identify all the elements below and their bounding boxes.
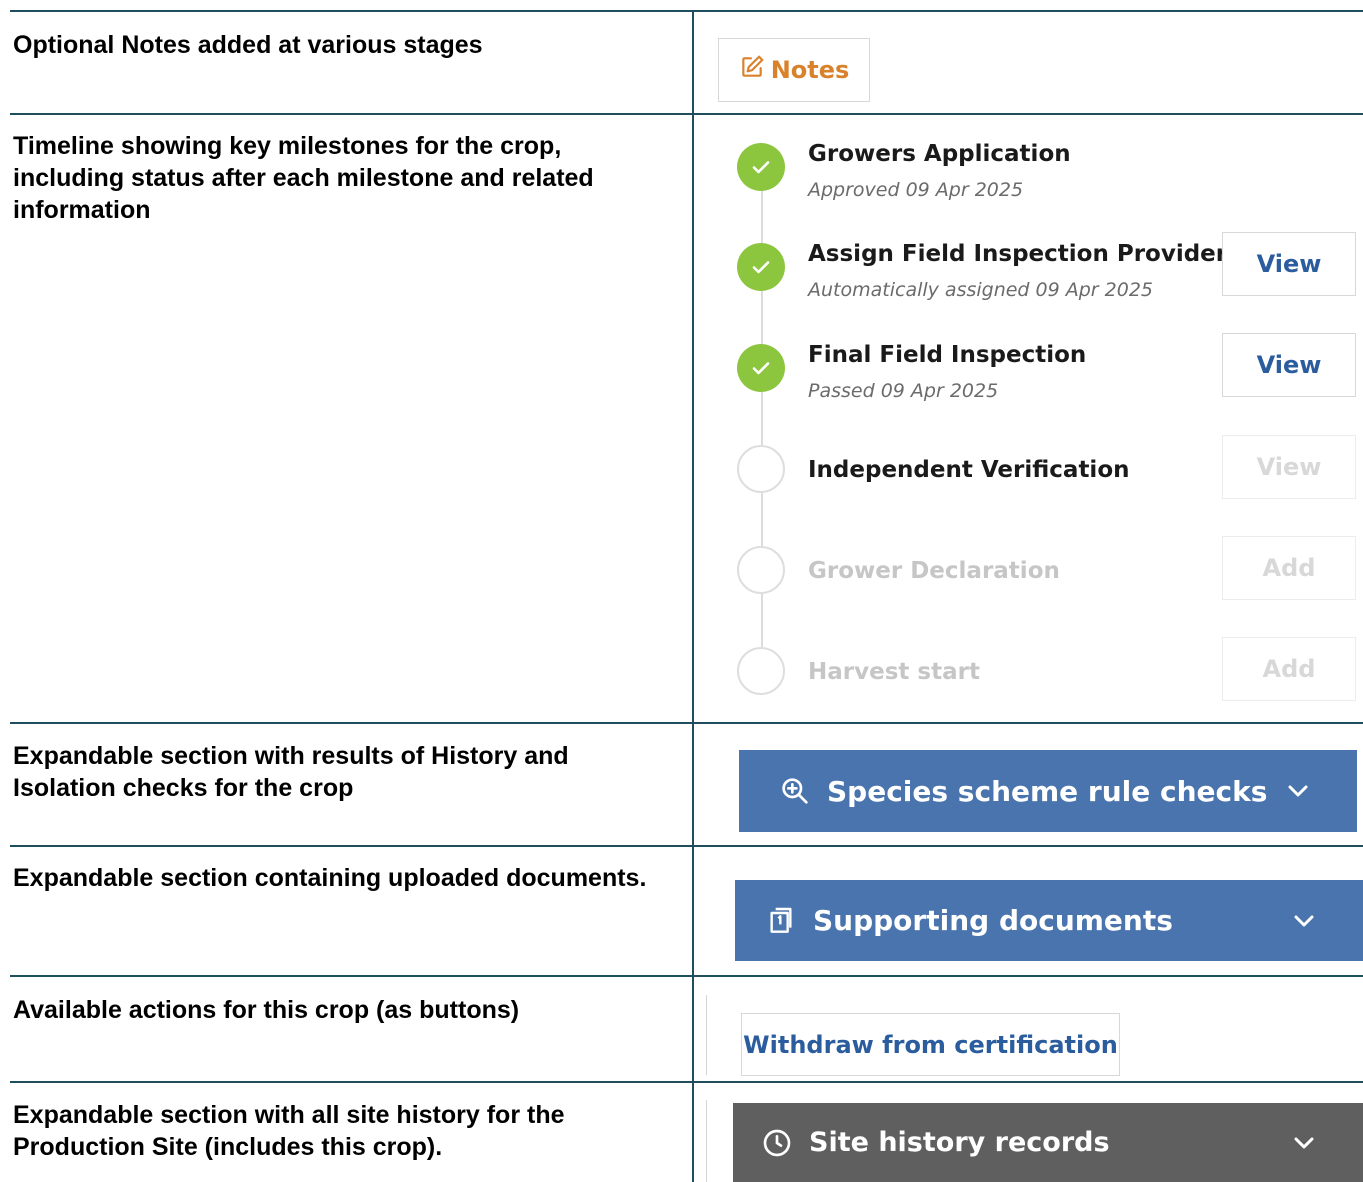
row-description-notes: Optional Notes added at various stages [13,31,483,59]
timeline-step-final-inspection: Final Field Inspection Passed 09 Apr 202… [737,333,1357,412]
clock-icon [761,1127,793,1159]
step-pending-indicator [737,445,785,493]
row-description-timeline: Timeline showing key milestones for the … [13,132,594,224]
row-description-actions: Available actions for this crop (as butt… [13,996,520,1024]
chevron-down-icon [1288,785,1308,797]
documents-icon [765,905,797,937]
step-complete-indicator [737,243,785,291]
step-title: Independent Verification [808,457,1130,483]
zoom-in-icon [779,775,811,807]
row-description-site-history: Expandable section with all site history… [13,1101,565,1161]
row-description-checks: Expandable section with results of Histo… [13,742,569,802]
view-inspection-button[interactable]: View [1222,333,1356,397]
edit-note-icon [739,54,765,86]
timeline-step-grower-declaration: Grower Declaration Add [737,536,1357,616]
step-pending-indicator [737,647,785,695]
row-divider [10,1081,1363,1083]
view-provider-button[interactable]: View [1222,232,1356,296]
step-status: Approved 09 Apr 2025 [808,179,1024,201]
notes-button[interactable]: Notes [718,38,870,102]
notes-label: Notes [770,56,850,84]
step-status: Automatically assigned 09 Apr 2025 [808,279,1154,301]
chevron-down-icon [1294,1137,1314,1148]
row-divider-top [10,10,1363,12]
step-pending-indicator [737,546,785,594]
add-declaration-button[interactable]: Add [1222,536,1356,600]
row-description-documents: Expandable section containing uploaded d… [13,864,647,892]
step-title: Grower Declaration [808,558,1060,584]
row-divider [10,845,1363,847]
step-title: Assign Field Inspection Provider [808,241,1228,267]
row-divider [10,722,1363,724]
step-title: Growers Application [808,141,1071,167]
check-icon [752,362,770,375]
timeline-step-growers-application: Growers Application Approved 09 Apr 2025 [737,141,1357,211]
add-harvest-button[interactable]: Add [1222,637,1356,701]
step-status: Passed 09 Apr 2025 [808,380,999,402]
chevron-down-icon [1294,915,1314,926]
step-complete-indicator [737,344,785,392]
step-title: Final Field Inspection [808,342,1087,368]
panel-edge [706,995,707,1075]
species-checks-label: Species scheme rule checks [827,774,1268,808]
column-divider [692,10,694,1182]
supporting-documents-label: Supporting documents [813,904,1173,937]
timeline-step-harvest-start: Harvest start Add [737,637,1357,717]
panel-edge [706,1100,707,1182]
timeline-step-assign-provider: Assign Field Inspection Provider Automat… [737,232,1357,311]
site-history-expander[interactable]: Site history records [733,1103,1363,1182]
row-divider [10,975,1363,977]
species-checks-expander[interactable]: Species scheme rule checks [739,750,1357,832]
view-verification-button[interactable]: View [1222,435,1356,499]
timeline-step-independent-verification: Independent Verification View [737,435,1357,515]
row-divider [10,113,1363,115]
check-icon [752,161,770,174]
check-icon [752,261,770,274]
withdraw-from-certification-button[interactable]: Withdraw from certification [741,1013,1120,1076]
step-complete-indicator [737,143,785,191]
step-title: Harvest start [808,659,980,685]
site-history-label: Site history records [809,1127,1110,1158]
supporting-documents-expander[interactable]: Supporting documents [735,880,1363,961]
